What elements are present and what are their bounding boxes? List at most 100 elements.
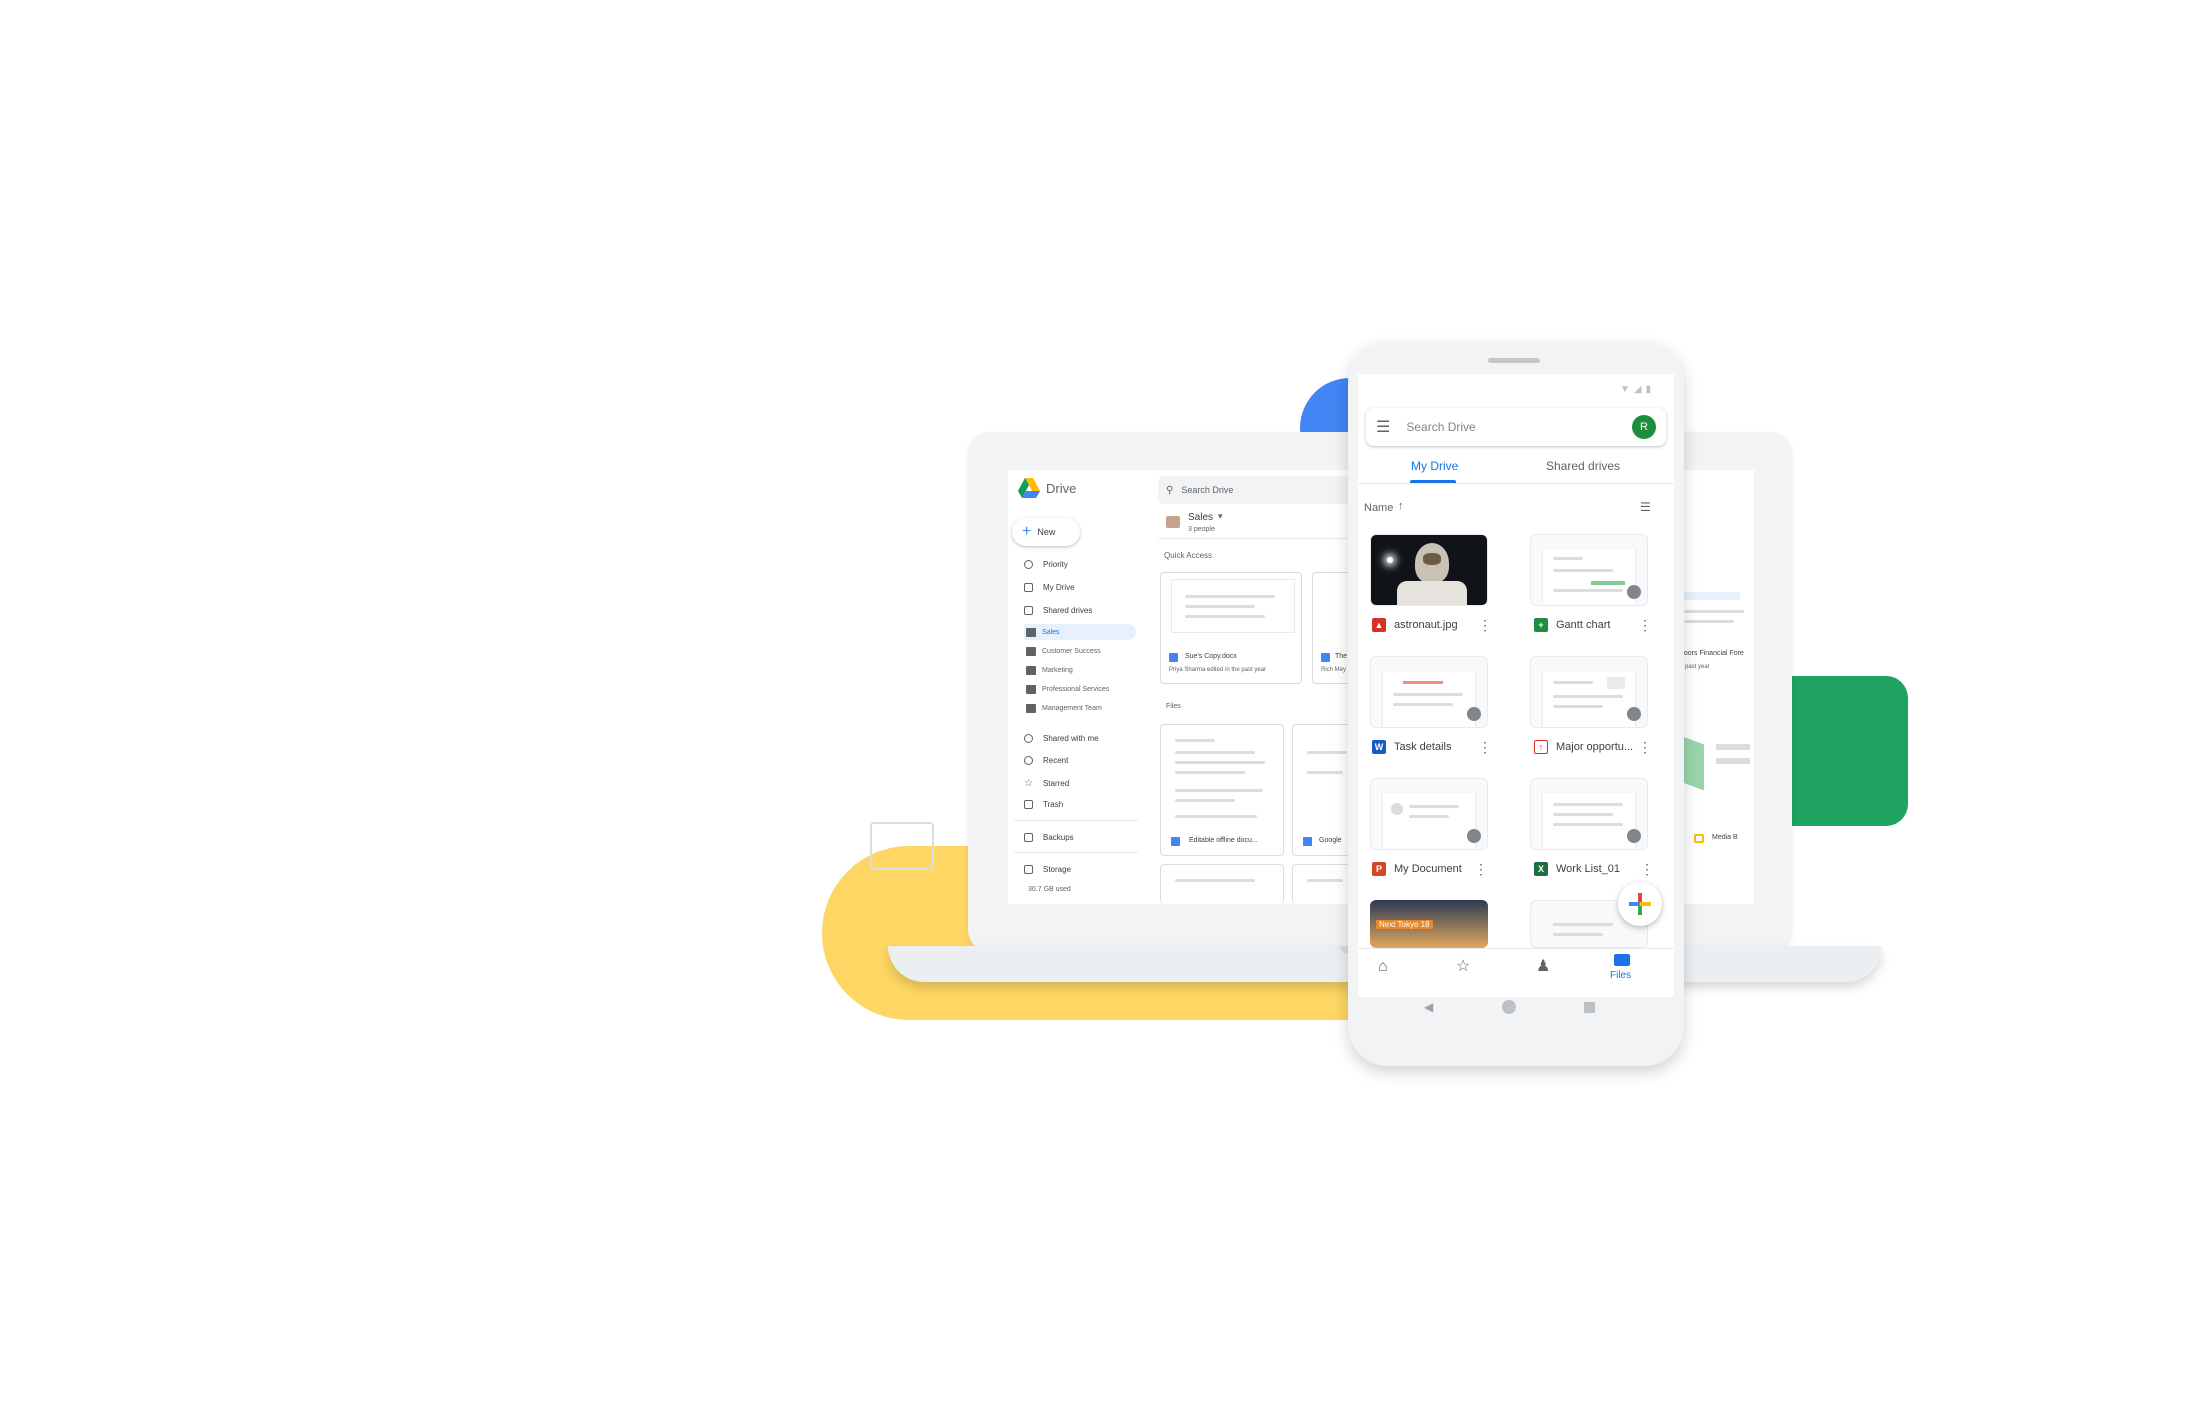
search-placeholder: Search Drive: [1181, 485, 1234, 495]
file-name: Google: [1319, 837, 1342, 844]
sidebar-item-priority[interactable]: Priority: [1024, 560, 1068, 569]
word-icon: W: [1372, 740, 1386, 754]
drive-label: Management Team: [1042, 705, 1102, 712]
sidebar-label: Shared drives: [1043, 606, 1093, 615]
shared-icon: [1627, 585, 1641, 599]
add-fab-button[interactable]: [1618, 882, 1662, 926]
back-icon[interactable]: ◀: [1424, 1000, 1433, 1014]
file-name: Task details: [1394, 741, 1452, 753]
more-options-icon[interactable]: ⋮: [1640, 862, 1654, 876]
menu-icon[interactable]: ☰: [1376, 417, 1390, 437]
sidebar-item-recent[interactable]: Recent: [1024, 756, 1068, 765]
shared-drive-icon: [1026, 704, 1036, 713]
sidebar-item-my-drive[interactable]: My Drive: [1024, 583, 1075, 592]
check-circle-icon: [1024, 560, 1033, 569]
file-card[interactable]: [1292, 864, 1354, 904]
clock-icon: [1024, 756, 1033, 765]
quick-access-card[interactable]: The Rich Mey: [1312, 572, 1352, 684]
file-meta: Priya Sharma edited in the past year: [1169, 667, 1267, 673]
file-card[interactable]: Editable offline docu...: [1160, 724, 1284, 856]
file-name: My Document: [1394, 863, 1462, 875]
tab-my-drive[interactable]: My Drive: [1411, 459, 1458, 473]
chevron-down-icon[interactable]: ▾: [1218, 511, 1223, 522]
file-thumbnail-photo[interactable]: Next Tokyo 18: [1370, 900, 1488, 948]
new-button-label: New: [1037, 527, 1056, 537]
file-thumbnail-gantt[interactable]: [1530, 534, 1648, 606]
partial-doc-title: doors Financial Fore: [1680, 650, 1744, 657]
powerpoint-icon: P: [1372, 862, 1386, 876]
tab-shared-drives[interactable]: Shared drives: [1546, 459, 1620, 473]
quick-access-card[interactable]: Sue's Copy.docx Priya Sharma edited in t…: [1160, 572, 1302, 684]
file-name: The: [1335, 653, 1348, 660]
file-thumbnail-major-opportunity[interactable]: [1530, 656, 1648, 728]
folder-icon[interactable]: [1614, 954, 1630, 966]
sidebar-drive-management-team[interactable]: Management Team: [1026, 704, 1102, 713]
file-item-my-document[interactable]: P My Document: [1372, 862, 1462, 876]
trash-icon: [1024, 800, 1033, 809]
sort-label[interactable]: Name: [1364, 502, 1393, 514]
drive-avatar-icon: [1166, 516, 1180, 528]
arrow-up-icon[interactable]: ↑: [1398, 500, 1404, 512]
people-icon: [1024, 734, 1033, 743]
more-options-icon[interactable]: ⋮: [1638, 740, 1652, 754]
plus-icon: +: [1022, 523, 1032, 540]
more-options-icon[interactable]: ⋮: [1478, 618, 1492, 632]
status-icons: ▼◢▮: [1620, 384, 1656, 395]
phone-search-bar[interactable]: ☰ Search Drive R: [1366, 408, 1666, 446]
sidebar-drive-marketing[interactable]: Marketing: [1026, 666, 1073, 675]
sidebar-drive-customer-success[interactable]: Customer Success: [1026, 647, 1101, 656]
file-card[interactable]: Google: [1292, 724, 1354, 856]
shared-people-icon[interactable]: ♟: [1536, 956, 1550, 976]
file-thumbnail-my-document[interactable]: [1370, 778, 1488, 850]
file-item-task-details[interactable]: W Task details: [1372, 740, 1451, 754]
more-options-icon[interactable]: ⋮: [1478, 740, 1492, 754]
file-thumbnail-work-list[interactable]: [1530, 778, 1648, 850]
home-icon[interactable]: ⌂: [1378, 958, 1388, 976]
drive-icon: [1024, 583, 1033, 592]
laptop-search-input[interactable]: ⚲ Search Drive: [1158, 476, 1358, 504]
star-icon[interactable]: ☆: [1456, 956, 1470, 976]
drive-label: Marketing: [1042, 667, 1073, 674]
sidebar-item-shared-drives[interactable]: Shared drives: [1024, 606, 1092, 615]
file-card[interactable]: [1160, 864, 1284, 904]
file-thumbnail-task-details[interactable]: [1370, 656, 1488, 728]
file-name: Editable offline docu...: [1189, 837, 1258, 844]
shared-icon: [1627, 707, 1641, 721]
sidebar-item-trash[interactable]: Trash: [1024, 800, 1063, 809]
shared-drive-icon: [1026, 628, 1036, 637]
divider: [1014, 820, 1138, 821]
sidebar-item-starred[interactable]: ☆ Starred: [1024, 778, 1069, 789]
list-view-icon[interactable]: ☰: [1640, 500, 1651, 514]
sidebar-label: Backups: [1043, 833, 1074, 842]
home-button-icon[interactable]: [1502, 1000, 1516, 1014]
star-icon: ☆: [1024, 778, 1033, 789]
more-options-icon[interactable]: ⋮: [1638, 618, 1652, 632]
sidebar-drive-sales[interactable]: Sales: [1026, 628, 1060, 637]
shared-drive-icon: [1026, 666, 1036, 675]
sidebar-item-shared-with-me[interactable]: Shared with me: [1024, 734, 1099, 743]
drive-logo-icon: [1018, 478, 1040, 503]
quick-access-heading: Quick Access: [1164, 551, 1213, 560]
sidebar-drive-professional-services[interactable]: Professional Services: [1026, 685, 1109, 694]
more-options-icon[interactable]: ⋮: [1474, 862, 1488, 876]
file-thumbnail-astronaut[interactable]: [1370, 534, 1488, 606]
docs-icon: [1303, 837, 1312, 846]
backup-icon: [1024, 833, 1033, 842]
storage-used: 30.7 GB used: [1028, 886, 1071, 893]
new-button[interactable]: + New: [1012, 518, 1080, 546]
sidebar-item-backups[interactable]: Backups: [1024, 833, 1074, 842]
folder-outline-decoration: [870, 822, 934, 870]
file-item-gantt-chart[interactable]: + Gantt chart: [1534, 618, 1610, 632]
file-name: Sue's Copy.docx: [1185, 653, 1237, 660]
sidebar-item-storage[interactable]: Storage: [1024, 865, 1071, 874]
file-name: Gantt chart: [1556, 619, 1611, 631]
sidebar-label: My Drive: [1043, 583, 1075, 592]
avatar[interactable]: R: [1632, 415, 1656, 439]
recents-icon[interactable]: [1584, 1002, 1595, 1013]
nav-files-label[interactable]: Files: [1610, 970, 1631, 981]
thumb-line: [1716, 758, 1750, 764]
drive-name: Sales: [1188, 512, 1214, 523]
file-item-astronaut[interactable]: ▲ astronaut.jpg: [1372, 618, 1458, 632]
file-item-work-list[interactable]: X Work List_01: [1534, 862, 1620, 876]
file-item-major-opportunity[interactable]: ↑ Major opportu...: [1534, 740, 1633, 754]
